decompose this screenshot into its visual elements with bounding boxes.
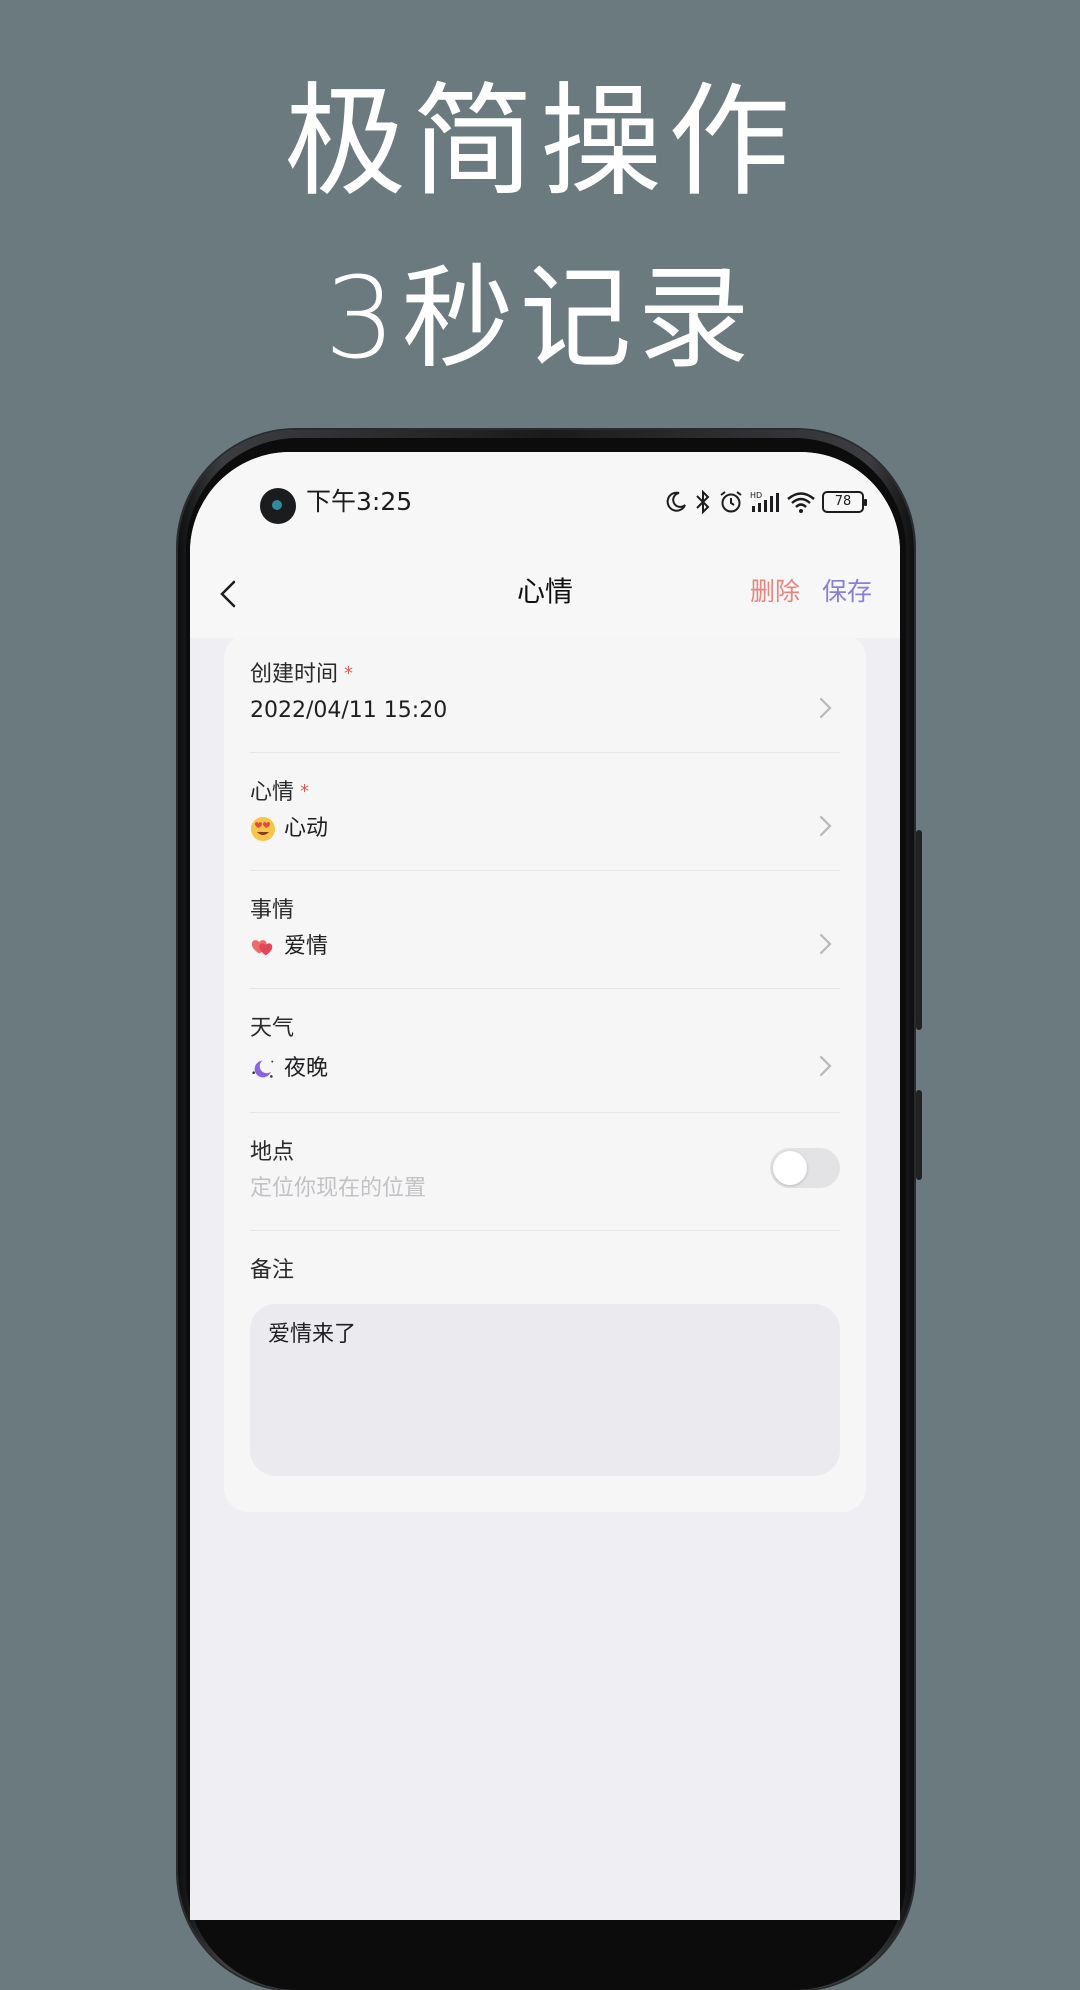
mood-value-text: 心动	[284, 816, 329, 841]
weather-label: 天气	[250, 1016, 295, 1041]
created-time-value: 2022/04/11 15:20	[250, 698, 448, 723]
note-row: 备注	[250, 1230, 840, 1290]
location-placeholder: 定位你现在的位置	[250, 1176, 427, 1201]
form-card: 创建时间 * 2022/04/11 15:20 心情 * 心动 事情 爱情 天气…	[224, 634, 866, 1512]
toggle-knob	[773, 1151, 807, 1185]
phone-screen: 下午3:25 HD 78 心情 删除 保存 创建时间 * 2022/04/11 …	[190, 452, 900, 1920]
note-text: 爱情来了	[268, 1322, 357, 1347]
status-icons: HD 78	[664, 486, 867, 518]
volume-button	[916, 830, 922, 1030]
required-mark: *	[344, 663, 354, 684]
wifi-icon	[787, 492, 815, 513]
status-bar: 下午3:25 HD 78	[190, 452, 900, 550]
location-toggle[interactable]	[770, 1148, 840, 1188]
weather-row[interactable]: 天气 夜晚	[250, 988, 840, 1113]
hearts-icon	[251, 940, 273, 956]
alarm-icon	[720, 491, 742, 513]
weather-value: 夜晚	[250, 1054, 328, 1084]
moon-night-icon	[252, 1059, 274, 1078]
mood-label-text: 心情	[250, 780, 295, 805]
note-textarea[interactable]: 爱情来了	[250, 1304, 840, 1476]
chevron-right-icon	[819, 1055, 832, 1077]
bluetooth-icon	[696, 489, 710, 515]
chevron-right-icon	[819, 933, 832, 955]
signal-icon: HD	[750, 491, 779, 512]
heart-eyes-emoji-icon	[251, 817, 275, 841]
hero-title-line1: 极简操作	[284, 71, 796, 213]
delete-button[interactable]: 删除	[750, 570, 800, 614]
event-value: 爱情	[250, 932, 328, 962]
chevron-right-icon	[819, 697, 832, 719]
save-button[interactable]: 保存	[822, 570, 872, 614]
nav-bar: 心情 删除 保存	[190, 550, 900, 638]
hero-title-line2: 3秒记录	[324, 254, 756, 384]
moon-icon	[666, 491, 686, 512]
power-button	[916, 1090, 922, 1180]
mood-label: 心情 *	[250, 778, 309, 809]
mood-row[interactable]: 心情 * 心动	[250, 752, 840, 871]
created-time-row[interactable]: 创建时间 * 2022/04/11 15:20	[250, 634, 840, 753]
created-time-label-text: 创建时间	[250, 662, 339, 687]
back-icon[interactable]	[210, 570, 250, 618]
required-mark: *	[300, 781, 310, 802]
weather-value-text: 夜晚	[284, 1056, 329, 1081]
front-camera	[260, 488, 296, 524]
chevron-right-icon	[819, 815, 832, 837]
created-time-label: 创建时间 *	[250, 660, 353, 691]
event-label: 事情	[250, 898, 295, 923]
event-row[interactable]: 事情 爱情	[250, 870, 840, 989]
svg-text:HD: HD	[750, 491, 762, 500]
event-value-text: 爱情	[284, 934, 329, 959]
mood-value: 心动	[250, 814, 328, 844]
battery-icon: 78	[822, 491, 867, 513]
status-time: 下午3:25	[306, 487, 413, 516]
location-label: 地点	[250, 1140, 295, 1165]
note-label: 备注	[250, 1258, 295, 1283]
location-row: 地点 定位你现在的位置	[250, 1112, 840, 1231]
